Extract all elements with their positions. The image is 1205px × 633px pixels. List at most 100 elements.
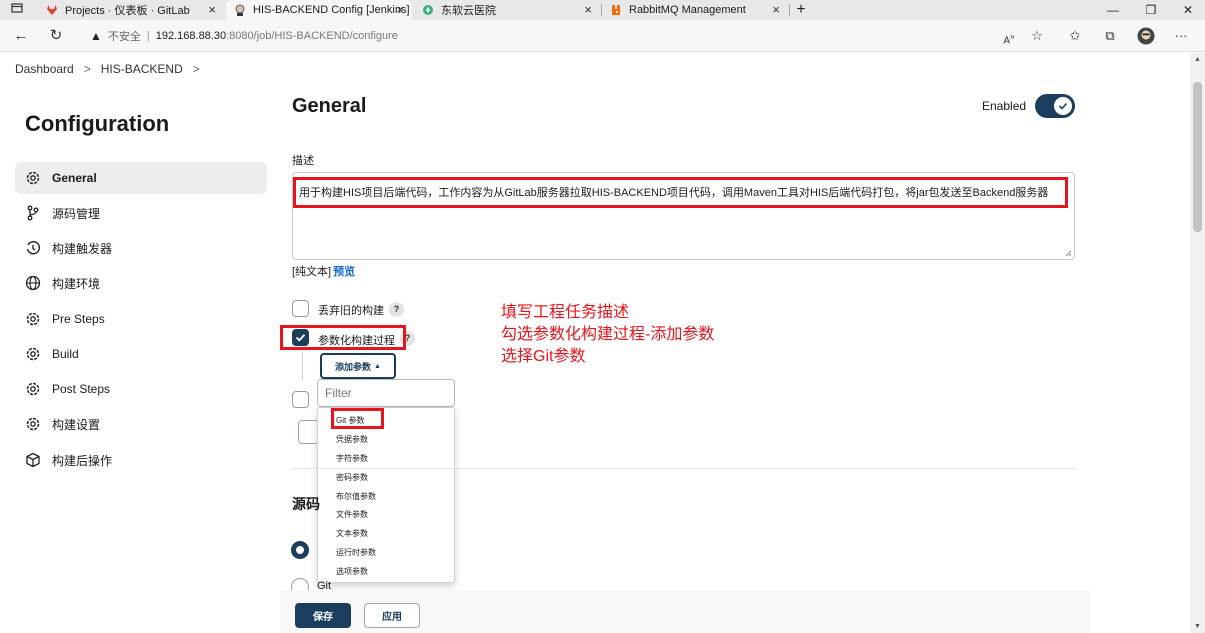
preview-link[interactable]: 预览 bbox=[333, 266, 355, 278]
radio-none[interactable] bbox=[291, 541, 309, 559]
plain-text-label: [纯文本] bbox=[292, 266, 332, 278]
option-checkbox[interactable] bbox=[292, 391, 309, 408]
sidebar-item-label: 源码管理 bbox=[52, 206, 101, 221]
tab-hospital[interactable]: 东软云医院 × bbox=[414, 0, 600, 20]
vertical-scrollbar[interactable]: ▲ ▼ bbox=[1190, 53, 1205, 633]
sidebar-item-label: Pre Steps bbox=[52, 312, 105, 326]
menu-item-file-parameter[interactable]: 文件参数 bbox=[336, 509, 368, 520]
breadcrumb-job[interactable]: HIS-BACKEND bbox=[101, 62, 183, 76]
highlight-box-parameterized bbox=[280, 325, 406, 350]
tab-gitlab[interactable]: Projects · 仪表板 · GitLab × bbox=[38, 0, 224, 20]
sidebar-item-triggers[interactable]: 构建触发器 bbox=[15, 232, 267, 264]
refresh-icon[interactable]: ↻ bbox=[46, 26, 66, 46]
sidebar-item-scm[interactable]: 源码管理 bbox=[15, 197, 267, 229]
configuration-title: Configuration bbox=[25, 111, 170, 136]
sidebar-item-post-steps[interactable]: Post Steps bbox=[15, 373, 267, 405]
tab-title: RabbitMQ Management bbox=[629, 4, 746, 16]
tab-title: Projects · 仪表板 · GitLab bbox=[65, 5, 190, 17]
address-bar: ← ↻ ▲ 不安全 | 192.168.88.30:8080/job/HIS-B… bbox=[0, 20, 1205, 52]
collections-icon[interactable]: ⧉ bbox=[1101, 27, 1119, 45]
scroll-up-icon[interactable]: ▲ bbox=[1190, 56, 1205, 63]
scroll-down-icon[interactable]: ▼ bbox=[1190, 623, 1205, 630]
more-icon[interactable]: ··· bbox=[1172, 27, 1190, 45]
add-parameter-button[interactable]: 添加参数 ▲ bbox=[320, 353, 396, 379]
highlight-box-description bbox=[293, 177, 1068, 208]
enabled-toggle[interactable] bbox=[1035, 94, 1075, 118]
close-icon[interactable]: × bbox=[772, 2, 780, 17]
tab-title: 东软云医院 bbox=[441, 5, 496, 17]
restore-button[interactable]: ❐ bbox=[1136, 0, 1166, 20]
close-icon[interactable]: × bbox=[396, 2, 404, 17]
back-icon[interactable]: ← bbox=[11, 26, 31, 46]
text-format-row: [纯文本] 预览 bbox=[292, 263, 355, 279]
gear-icon bbox=[25, 381, 41, 397]
sidebar-item-build-settings[interactable]: 构建设置 bbox=[15, 408, 267, 440]
sidebar-item-label: Build bbox=[52, 347, 79, 361]
add-parameter-label: 添加参数 bbox=[335, 361, 372, 372]
parameter-filter-input[interactable]: Filter bbox=[317, 379, 455, 407]
tab-actions-icon[interactable] bbox=[2, 0, 32, 20]
sidebar-item-environment[interactable]: 构建环境 bbox=[15, 267, 267, 299]
globe-icon bbox=[25, 275, 41, 291]
annotation-text: 填写工程任务描述 勾选参数化构建过程-添加参数 选择Git参数 bbox=[501, 302, 714, 368]
menu-item-choice-parameter[interactable]: 选项参数 bbox=[336, 566, 368, 577]
rabbitmq-icon bbox=[610, 4, 622, 16]
sidebar-item-general[interactable]: General bbox=[15, 162, 267, 194]
menu-item-run-parameter[interactable]: 运行时参数 bbox=[336, 547, 376, 558]
menu-item-boolean-parameter[interactable]: 布尔值参数 bbox=[336, 491, 376, 502]
sidebar-item-label: General bbox=[52, 171, 97, 185]
url-field[interactable]: ▲ 不安全 | 192.168.88.30:8080/job/HIS-BACKE… bbox=[90, 28, 398, 44]
close-window-button[interactable]: ✕ bbox=[1173, 0, 1203, 20]
branch-icon bbox=[25, 205, 41, 221]
tab-rabbitmq[interactable]: RabbitMQ Management × bbox=[602, 0, 788, 20]
section-title-general: General bbox=[292, 95, 367, 117]
add-favorite-icon[interactable]: ☆ bbox=[1028, 27, 1046, 45]
sidebar-item-post-build[interactable]: 构建后操作 bbox=[15, 444, 267, 476]
favorites-icon[interactable]: ✩ bbox=[1066, 27, 1084, 45]
close-icon[interactable]: × bbox=[208, 2, 216, 17]
gear-icon bbox=[25, 416, 41, 432]
sidebar-item-label: 构建环境 bbox=[52, 276, 101, 291]
warning-icon: ▲ bbox=[90, 29, 102, 43]
read-aloud-icon[interactable]: A» bbox=[1000, 27, 1018, 50]
annotation-line: 勾选参数化构建过程-添加参数 bbox=[501, 326, 715, 343]
menu-item-password-parameter[interactable]: 密码参数 bbox=[336, 472, 368, 483]
sidebar-item-build[interactable]: Build bbox=[15, 338, 267, 370]
help-icon[interactable]: ? bbox=[389, 302, 404, 317]
menu-item-string-parameter[interactable]: 字符参数 bbox=[336, 453, 368, 464]
chevron-right-icon: > bbox=[83, 62, 91, 76]
browser-tab-strip: Projects · 仪表板 · GitLab × HIS-BACKEND Co… bbox=[0, 0, 1205, 20]
sidebar-item-label: 构建后操作 bbox=[52, 453, 113, 468]
clock-icon bbox=[25, 240, 41, 256]
enabled-label: Enabled bbox=[982, 99, 1027, 113]
save-button[interactable]: 保存 bbox=[295, 603, 351, 628]
description-label: 描述 bbox=[292, 155, 314, 167]
url-host: 192.168.88.30 bbox=[155, 30, 227, 42]
menu-item-text-parameter[interactable]: 文本参数 bbox=[336, 528, 368, 539]
profile-avatar[interactable] bbox=[1137, 27, 1155, 50]
caret-up-icon: ▲ bbox=[374, 362, 381, 370]
close-icon[interactable]: × bbox=[584, 2, 592, 17]
menu-item-credentials-parameter[interactable]: 凭据参数 bbox=[336, 434, 368, 445]
annotation-line: 填写工程任务描述 bbox=[501, 304, 630, 321]
gitlab-icon bbox=[46, 4, 58, 16]
cube-icon bbox=[25, 452, 41, 468]
breadcrumb-dashboard[interactable]: Dashboard bbox=[15, 62, 74, 76]
radio-git-label: Git bbox=[317, 580, 332, 592]
new-tab-button[interactable]: + bbox=[786, 0, 816, 20]
scrollbar-thumb[interactable] bbox=[1193, 82, 1202, 232]
check-icon bbox=[1054, 97, 1072, 115]
annotation-line: 选择Git参数 bbox=[501, 348, 586, 365]
security-label: 不安全 bbox=[107, 31, 141, 43]
chevron-right-icon: > bbox=[192, 62, 200, 76]
nested-indent-line bbox=[302, 352, 303, 380]
sidebar-item-pre-steps[interactable]: Pre Steps bbox=[15, 303, 267, 335]
minimize-button[interactable]: — bbox=[1098, 0, 1128, 20]
apply-button[interactable]: 应用 bbox=[364, 603, 420, 628]
section-title-source: 源码 bbox=[292, 496, 320, 512]
resize-handle-icon[interactable] bbox=[1065, 250, 1072, 257]
tab-jenkins[interactable]: HIS-BACKEND Config [Jenkins] × bbox=[226, 0, 412, 20]
discard-old-builds-checkbox[interactable] bbox=[292, 300, 309, 317]
hospital-icon bbox=[422, 4, 434, 16]
url-separator: | bbox=[146, 30, 150, 42]
